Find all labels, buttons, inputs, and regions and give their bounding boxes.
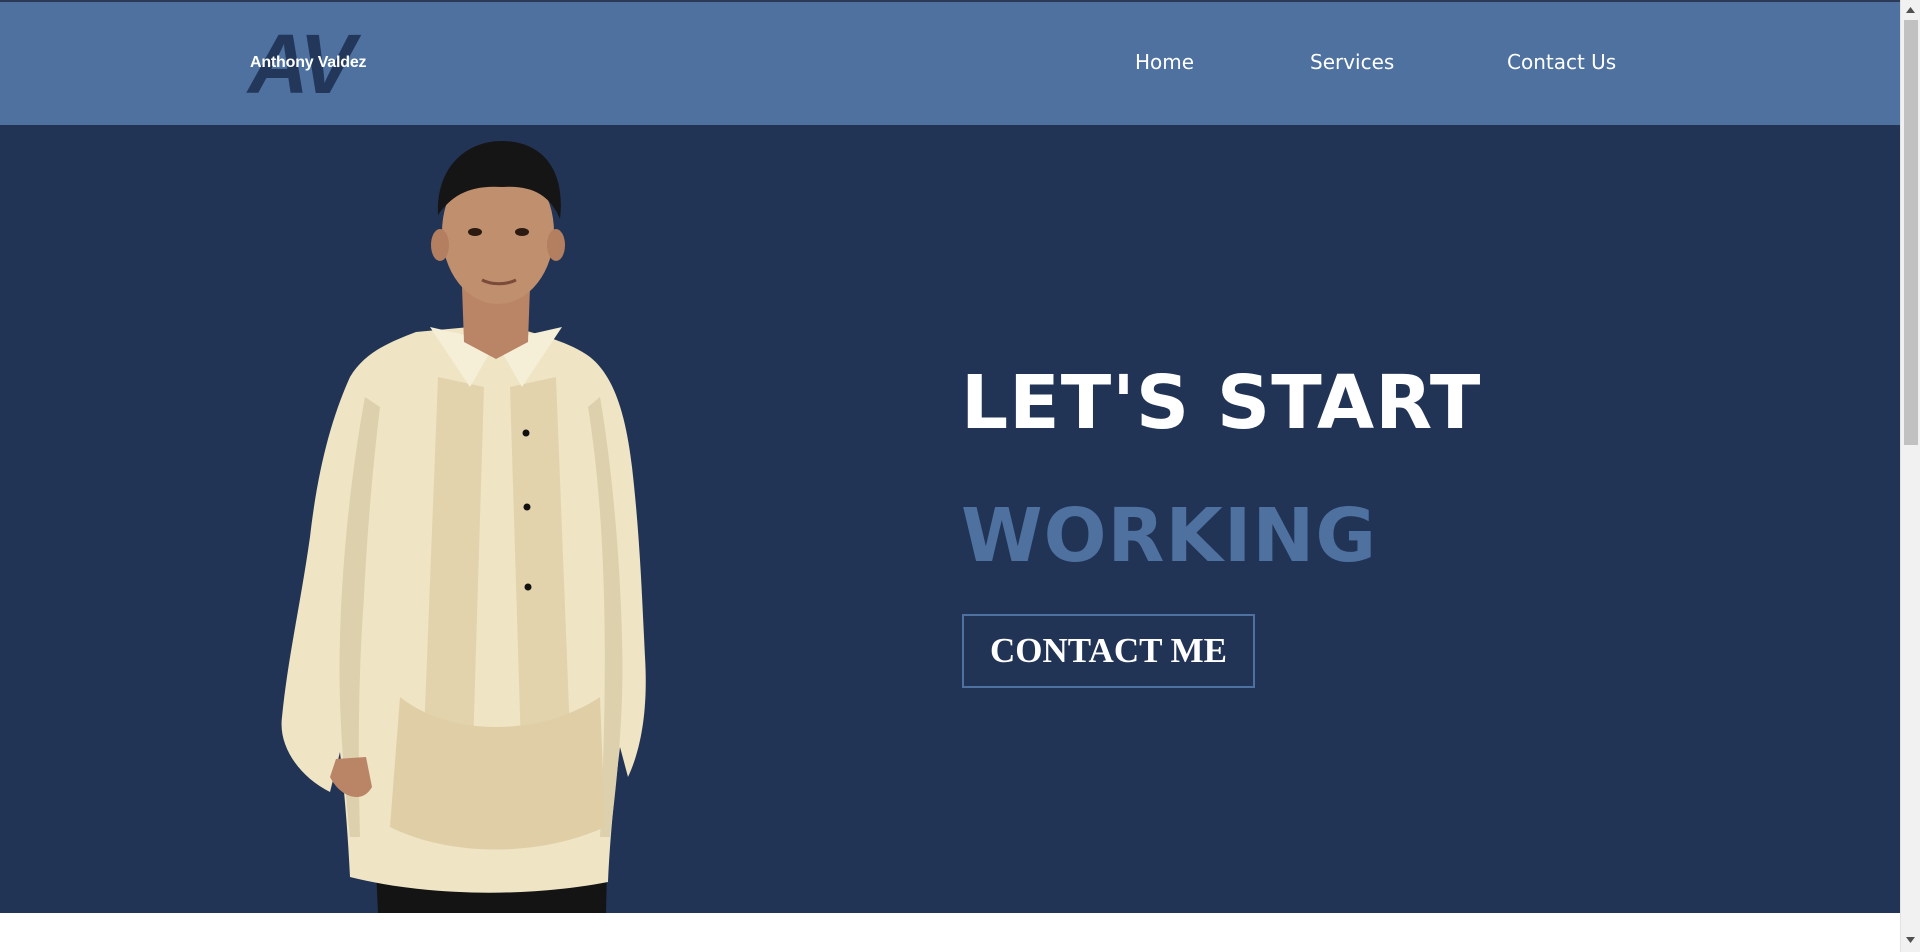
nav-link-contact-us[interactable]: Contact Us: [1507, 50, 1616, 74]
portrait-photo: [281, 141, 646, 913]
nav-link-home[interactable]: Home: [1135, 50, 1194, 74]
nav-link-services[interactable]: Services: [1310, 50, 1394, 74]
scrollbar-thumb[interactable]: [1904, 20, 1918, 445]
triangle-down-icon[interactable]: [1901, 932, 1920, 948]
logo[interactable]: AV Anthony Valdez: [248, 22, 370, 106]
headline-line-1: LET'S START: [961, 360, 1482, 446]
page: AV Anthony Valdez Home Services Contact …: [0, 0, 1900, 952]
contact-me-button[interactable]: CONTACT ME: [962, 614, 1255, 688]
hero-section: LET'S START WORKING CONTACT ME: [0, 125, 1900, 913]
logo-name: Anthony Valdez: [250, 54, 367, 71]
headline-line-2: WORKING: [961, 493, 1378, 579]
vertical-scrollbar[interactable]: [1900, 0, 1920, 952]
navbar: AV Anthony Valdez Home Services Contact …: [0, 2, 1900, 125]
triangle-up-icon[interactable]: [1901, 2, 1920, 18]
